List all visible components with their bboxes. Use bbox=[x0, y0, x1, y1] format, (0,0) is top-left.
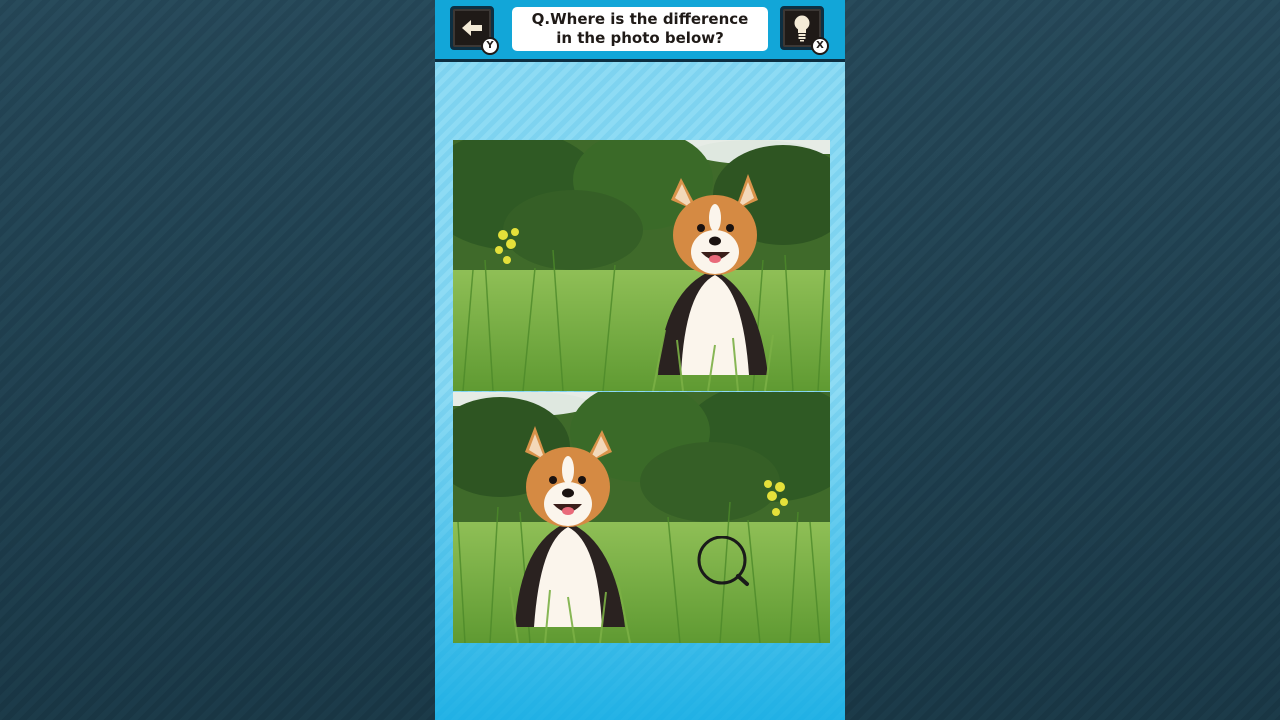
game-panel: Y Q.Where is the difference in the photo… bbox=[435, 0, 845, 720]
y-key-badge: Y bbox=[481, 37, 499, 55]
difference-photo[interactable] bbox=[453, 392, 830, 643]
lightbulb-icon bbox=[794, 15, 810, 42]
arrow-left-icon bbox=[462, 20, 482, 36]
question-box: Q.Where is the difference in the photo b… bbox=[512, 7, 768, 51]
x-key-badge: X bbox=[811, 37, 829, 55]
reference-photo bbox=[453, 140, 830, 391]
top-bar: Y Q.Where is the difference in the photo… bbox=[435, 0, 845, 62]
question-line-2: in the photo below? bbox=[556, 29, 724, 47]
magnifier-icon[interactable] bbox=[697, 536, 751, 590]
hint-button[interactable]: X bbox=[780, 6, 829, 55]
back-button[interactable]: Y bbox=[450, 6, 499, 55]
question-line-1: Q.Where is the difference bbox=[531, 10, 749, 28]
